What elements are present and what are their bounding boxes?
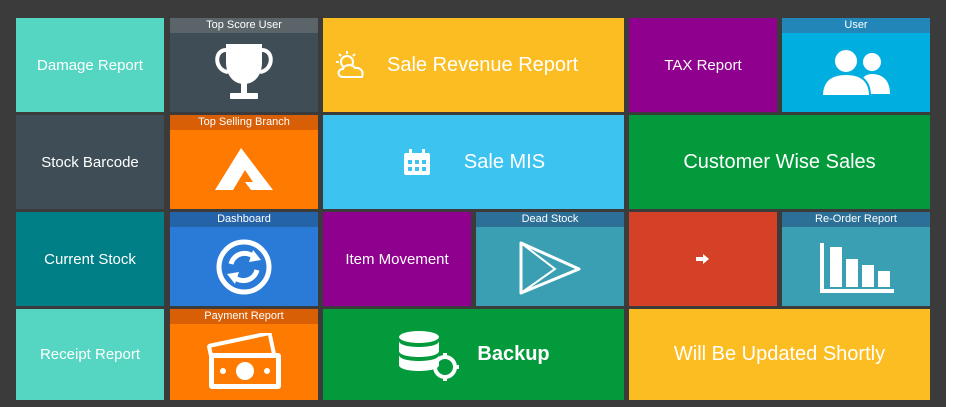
backup-label: Backup xyxy=(477,343,550,365)
item-movement-tile[interactable]: Item Movement xyxy=(323,212,471,306)
dead-stock-label: Dead Stock xyxy=(476,212,624,227)
reorder-report-label: Re-Order Report xyxy=(782,212,930,227)
stock-barcode-tile[interactable]: Stock Barcode xyxy=(16,115,164,209)
top-score-user-tile[interactable]: Top Score User xyxy=(170,18,318,112)
current-stock-tile[interactable]: Current Stock xyxy=(16,212,164,306)
customer-wise-sales-label: Customer Wise Sales xyxy=(683,150,876,173)
receipt-report-tile[interactable]: Receipt Report xyxy=(16,309,164,400)
top-score-user-label: Top Score User xyxy=(170,18,318,33)
updated-shortly-tile[interactable]: Will Be Updated Shortly xyxy=(629,309,930,400)
money-icon xyxy=(207,333,281,389)
dead-stock-tile[interactable]: Dead Stock xyxy=(476,212,624,306)
user-tile[interactable]: User xyxy=(782,18,930,112)
logo-a-icon xyxy=(215,147,273,190)
sync-icon xyxy=(216,239,272,294)
bar-chart-icon xyxy=(820,242,894,293)
user-label: User xyxy=(782,18,930,33)
sale-revenue-report-tile[interactable]: Sale Revenue Report xyxy=(323,18,624,112)
payment-report-tile[interactable]: Payment Report xyxy=(170,309,318,400)
metro-dashboard: Damage Report Top Score User Sale Revenu… xyxy=(0,0,946,407)
damage-report-label: Damage Report xyxy=(37,56,143,74)
trophy-icon xyxy=(215,43,273,99)
receipt-report-label: Receipt Report xyxy=(39,346,141,363)
play-icon xyxy=(519,241,581,294)
database-gear-icon xyxy=(399,330,460,381)
current-stock-label: Current Stock xyxy=(44,250,136,268)
updated-shortly-label: Will Be Updated Shortly xyxy=(673,343,886,365)
users-icon xyxy=(820,47,890,97)
tax-report-label: TAX Report xyxy=(664,56,742,74)
arrow-tile[interactable] xyxy=(629,212,777,306)
sale-mis-tile[interactable]: Sale MIS xyxy=(323,115,624,209)
damage-report-tile[interactable]: Damage Report xyxy=(16,18,164,112)
top-selling-branch-label: Top Selling Branch xyxy=(170,115,318,130)
top-selling-branch-tile[interactable]: Top Selling Branch xyxy=(170,115,318,209)
tax-report-tile[interactable]: TAX Report xyxy=(629,18,777,112)
customer-wise-sales-tile[interactable]: Customer Wise Sales xyxy=(629,115,930,209)
reorder-report-tile[interactable]: Re-Order Report xyxy=(782,212,930,306)
payment-report-label: Payment Report xyxy=(170,309,318,324)
sun-cloud-icon xyxy=(336,51,364,78)
dashboard-label: Dashboard xyxy=(170,212,318,227)
arrow-right-icon xyxy=(696,254,709,264)
sale-revenue-report-label: Sale Revenue Report xyxy=(387,53,579,76)
sale-mis-label: Sale MIS xyxy=(463,150,546,173)
dashboard-tile[interactable]: Dashboard xyxy=(170,212,318,306)
calendar-icon xyxy=(403,149,430,175)
item-movement-label: Item Movement xyxy=(345,250,449,268)
stock-barcode-label: Stock Barcode xyxy=(41,153,139,171)
backup-tile[interactable]: Backup xyxy=(323,309,624,400)
